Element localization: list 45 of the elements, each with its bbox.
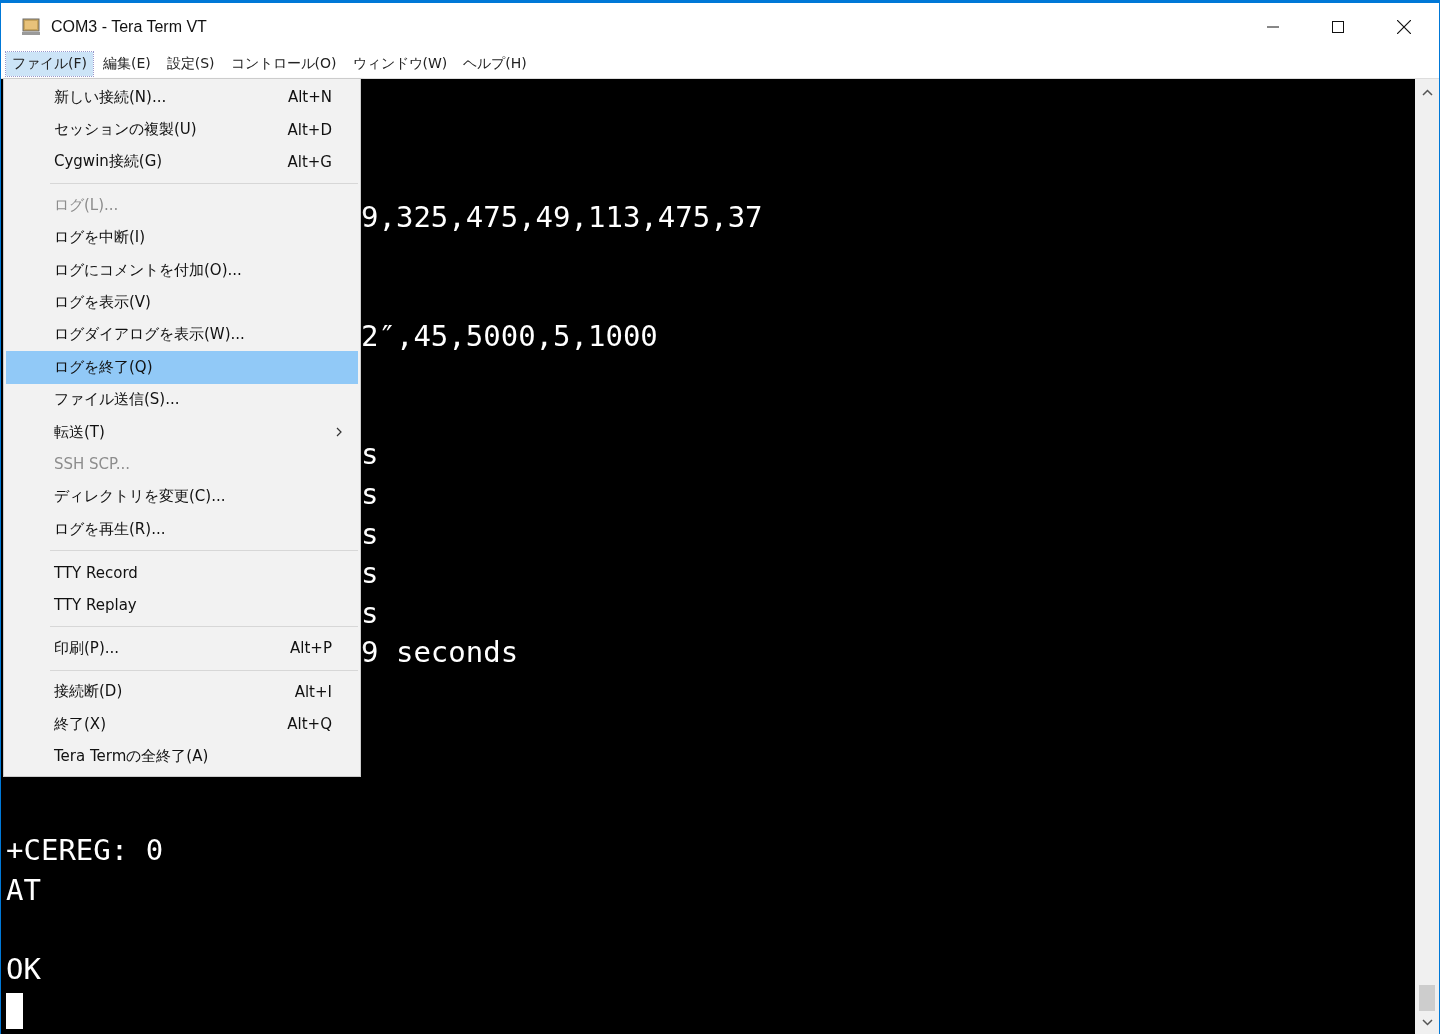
menu-item[interactable]: 印刷(P)... Alt+P xyxy=(6,632,358,665)
menu-bar-item[interactable]: ヘルプ(H) xyxy=(457,52,533,76)
text-cursor xyxy=(6,992,23,1029)
menu-item[interactable]: 新しい接続(N)... Alt+N xyxy=(6,81,358,114)
menu-item[interactable]: セッションの複製(U) Alt+D xyxy=(6,113,358,146)
scrollbar-thumb[interactable] xyxy=(1419,985,1435,1011)
menu-item[interactable]: ログにコメントを付加(O)... xyxy=(6,253,358,287)
terminal-text: 9,325,475,49,113,475,37 xyxy=(361,198,763,236)
terminal-text: +CEREG: 0 xyxy=(6,832,164,870)
terminal-text: s xyxy=(361,436,379,474)
terminal-text: 9 seconds xyxy=(361,634,519,672)
menu-item[interactable]: ログを表示(V) xyxy=(6,286,358,319)
menu-bar-item[interactable]: ファイル(F) xyxy=(6,52,93,76)
terminal-text: AT xyxy=(6,871,41,909)
menu-item[interactable]: ファイル送信(S)... xyxy=(6,383,358,416)
menu-bar-item[interactable]: コントロール(O) xyxy=(224,52,343,76)
terminal-text: s xyxy=(361,475,379,513)
menu-item[interactable]: 終了(X) Alt+Q xyxy=(6,708,358,741)
window-title: COM3 - Tera Term VT xyxy=(51,17,207,36)
terminal-icon xyxy=(22,17,40,36)
menu-item[interactable]: 接続断(D) Alt+I xyxy=(6,675,358,709)
menu-item[interactable]: TTY Replay xyxy=(6,588,358,622)
terminal-text: s xyxy=(361,594,379,632)
maximize-icon[interactable] xyxy=(1332,20,1344,33)
terminal-text: s xyxy=(361,555,379,593)
terminal-text: 2″,45,5000,5,1000 xyxy=(361,317,658,355)
menu-item[interactable]: Cygwin接続(G) Alt+G xyxy=(6,145,358,179)
menu-item[interactable]: ログを終了(Q) xyxy=(6,351,358,384)
scrollbar[interactable] xyxy=(1415,79,1439,1034)
menu-item[interactable]: ディレクトリを変更(C)... xyxy=(6,480,358,514)
terminal-text: s xyxy=(361,515,379,553)
scroll-down-icon[interactable] xyxy=(1421,1019,1433,1026)
terminal-text: OK xyxy=(6,951,41,989)
menu-item[interactable]: ログを中断(I) xyxy=(6,221,358,254)
menu-bar-item[interactable]: 編集(E) xyxy=(97,52,157,76)
menu-bar-item[interactable]: ウィンドウ(W) xyxy=(346,52,454,76)
menu-bar-item[interactable]: 設定(S) xyxy=(160,52,221,76)
menu-item[interactable]: ログを再生(R)... xyxy=(6,513,358,546)
scroll-up-icon[interactable] xyxy=(1421,89,1433,96)
menu-item[interactable]: ログダイアログを表示(W)... xyxy=(6,318,358,352)
menu-item[interactable]: TTY Record xyxy=(6,556,358,589)
menu-item[interactable]: 転送(T) xyxy=(6,415,358,449)
menu-item[interactable]: Tera Termの全終了(A) xyxy=(6,740,358,773)
close-icon[interactable] xyxy=(1397,19,1411,34)
chevron-right-icon xyxy=(336,427,342,438)
